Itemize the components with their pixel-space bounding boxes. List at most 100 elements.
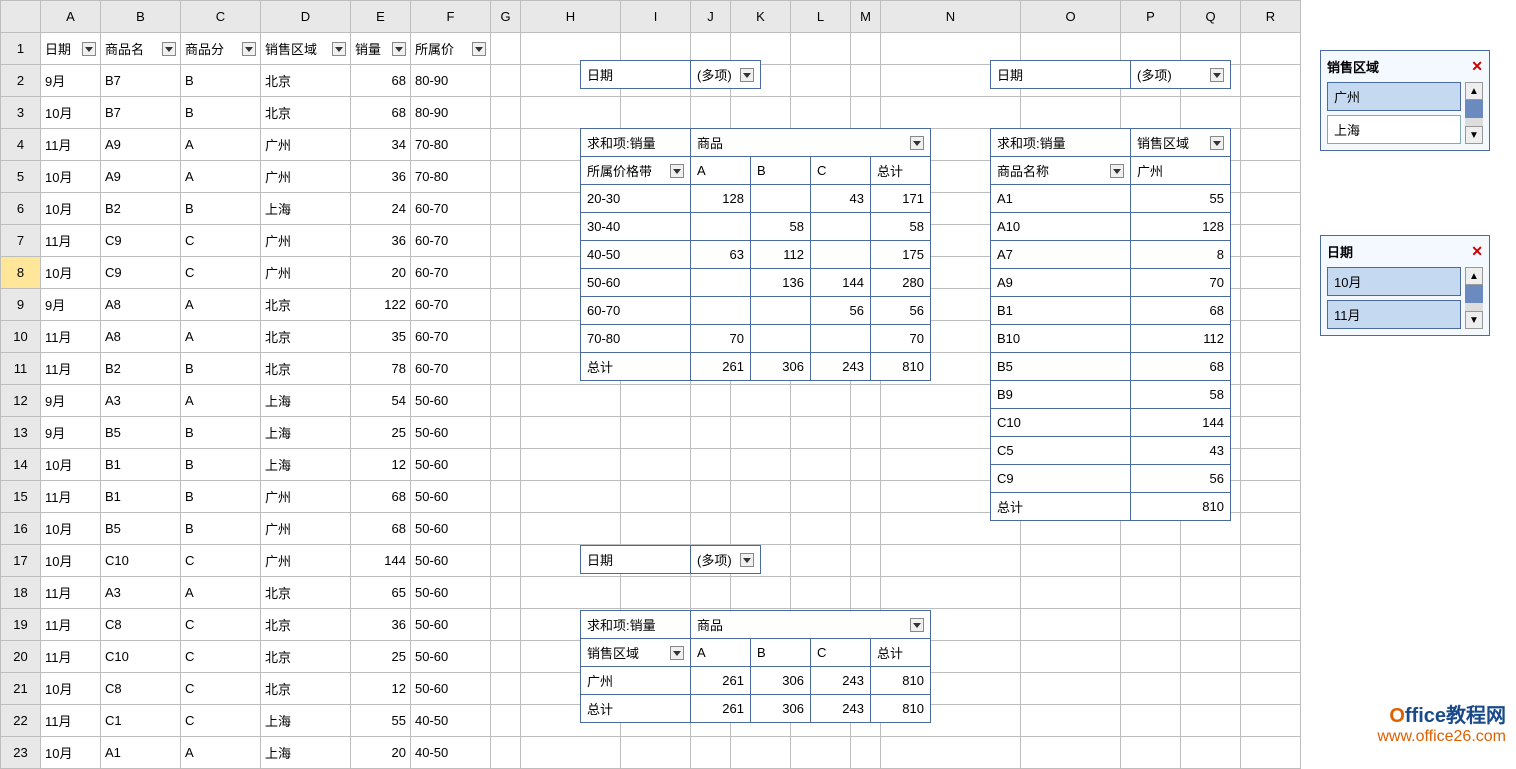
cell[interactable]: 50-60 bbox=[411, 417, 491, 449]
column-header[interactable]: R bbox=[1241, 1, 1301, 33]
row-header[interactable]: 2 bbox=[1, 65, 41, 97]
column-header[interactable]: M bbox=[851, 1, 881, 33]
filter-header-cell[interactable]: 商品分 bbox=[181, 33, 261, 65]
cell[interactable] bbox=[1021, 673, 1121, 705]
filter-icon[interactable] bbox=[82, 42, 96, 56]
cell[interactable]: 60-70 bbox=[411, 321, 491, 353]
pivot-row-label[interactable]: 商品名称 bbox=[991, 157, 1131, 185]
cell[interactable]: 50-60 bbox=[411, 641, 491, 673]
cell[interactable]: 11月 bbox=[41, 129, 101, 161]
cell[interactable]: 68 bbox=[351, 513, 411, 545]
cell[interactable]: 12 bbox=[351, 673, 411, 705]
cell[interactable] bbox=[621, 417, 691, 449]
cell[interactable]: 70-80 bbox=[411, 129, 491, 161]
cell[interactable]: 20 bbox=[351, 737, 411, 769]
cell[interactable]: B1 bbox=[101, 481, 181, 513]
column-header[interactable]: E bbox=[351, 1, 411, 33]
cell[interactable]: A9 bbox=[101, 129, 181, 161]
row-header[interactable]: 18 bbox=[1, 577, 41, 609]
cell[interactable]: 60-70 bbox=[411, 353, 491, 385]
cell[interactable]: C bbox=[181, 705, 261, 737]
cell[interactable] bbox=[1121, 577, 1181, 609]
cell[interactable]: B bbox=[181, 97, 261, 129]
cell[interactable] bbox=[691, 481, 731, 513]
cell[interactable] bbox=[1241, 705, 1301, 737]
cell[interactable] bbox=[1181, 97, 1241, 129]
cell[interactable] bbox=[621, 513, 691, 545]
cell[interactable] bbox=[491, 705, 521, 737]
row-header[interactable]: 21 bbox=[1, 673, 41, 705]
cell[interactable] bbox=[491, 97, 521, 129]
cell[interactable] bbox=[621, 577, 691, 609]
cell[interactable]: 60-70 bbox=[411, 289, 491, 321]
cell[interactable] bbox=[1121, 673, 1181, 705]
column-header[interactable]: Q bbox=[1181, 1, 1241, 33]
pivot3-filter[interactable]: 日期 (多项) bbox=[580, 545, 761, 574]
pivot-row-label[interactable]: 所属价格带 bbox=[581, 157, 691, 185]
column-header[interactable]: B bbox=[101, 1, 181, 33]
cell[interactable]: 144 bbox=[351, 545, 411, 577]
cell[interactable]: 上海 bbox=[261, 417, 351, 449]
cell[interactable] bbox=[1181, 705, 1241, 737]
cell[interactable] bbox=[1021, 705, 1121, 737]
cell[interactable] bbox=[491, 129, 521, 161]
pivot2[interactable]: 求和项:销量销售区域商品名称广州A155A10128A78A970B168B10… bbox=[990, 128, 1231, 521]
cell[interactable]: 36 bbox=[351, 225, 411, 257]
cell[interactable]: C10 bbox=[101, 641, 181, 673]
cell[interactable]: 10月 bbox=[41, 257, 101, 289]
cell[interactable]: B2 bbox=[101, 353, 181, 385]
dropdown-icon[interactable] bbox=[740, 68, 754, 82]
row-header[interactable]: 16 bbox=[1, 513, 41, 545]
cell[interactable] bbox=[881, 545, 1021, 577]
cell[interactable]: 广州 bbox=[261, 513, 351, 545]
scroll-down-icon[interactable]: ▼ bbox=[1465, 126, 1483, 144]
cell[interactable]: 10月 bbox=[41, 545, 101, 577]
cell[interactable] bbox=[491, 289, 521, 321]
cell[interactable]: 50-60 bbox=[411, 577, 491, 609]
cell[interactable]: 广州 bbox=[261, 481, 351, 513]
cell[interactable]: 50-60 bbox=[411, 481, 491, 513]
cell[interactable] bbox=[851, 481, 881, 513]
cell[interactable]: 北京 bbox=[261, 577, 351, 609]
row-header[interactable]: 4 bbox=[1, 129, 41, 161]
cell[interactable] bbox=[1241, 321, 1301, 353]
cell[interactable] bbox=[851, 449, 881, 481]
cell[interactable] bbox=[1121, 737, 1181, 769]
cell[interactable] bbox=[491, 545, 521, 577]
cell[interactable] bbox=[1121, 97, 1181, 129]
cell[interactable] bbox=[521, 737, 621, 769]
column-header[interactable] bbox=[1, 1, 41, 33]
cell[interactable] bbox=[1181, 577, 1241, 609]
cell[interactable] bbox=[1021, 641, 1121, 673]
cell[interactable]: 60-70 bbox=[411, 225, 491, 257]
cell[interactable] bbox=[1241, 97, 1301, 129]
cell[interactable] bbox=[731, 481, 791, 513]
column-header[interactable]: N bbox=[881, 1, 1021, 33]
slicer-item[interactable]: 10月 bbox=[1327, 267, 1461, 296]
cell[interactable] bbox=[491, 513, 521, 545]
cell[interactable]: 60-70 bbox=[411, 257, 491, 289]
dropdown-icon[interactable] bbox=[1210, 136, 1224, 150]
cell[interactable] bbox=[1241, 577, 1301, 609]
column-header[interactable]: F bbox=[411, 1, 491, 33]
cell[interactable] bbox=[851, 385, 881, 417]
cell[interactable] bbox=[521, 577, 621, 609]
cell[interactable]: C1 bbox=[101, 705, 181, 737]
slicer-scrollbar[interactable]: ▲ ▼ bbox=[1465, 82, 1483, 144]
filter-header-cell[interactable]: 销量 bbox=[351, 33, 411, 65]
cell[interactable] bbox=[621, 385, 691, 417]
filter-icon[interactable] bbox=[392, 42, 406, 56]
cell[interactable]: 10月 bbox=[41, 513, 101, 545]
cell[interactable] bbox=[731, 385, 791, 417]
cell[interactable] bbox=[521, 417, 621, 449]
cell[interactable]: 北京 bbox=[261, 321, 351, 353]
column-header[interactable]: D bbox=[261, 1, 351, 33]
cell[interactable] bbox=[791, 737, 851, 769]
cell[interactable] bbox=[691, 385, 731, 417]
cell[interactable]: 80-90 bbox=[411, 97, 491, 129]
cell[interactable] bbox=[621, 481, 691, 513]
cell[interactable] bbox=[881, 737, 1021, 769]
cell[interactable] bbox=[491, 33, 521, 65]
cell[interactable] bbox=[881, 97, 1021, 129]
cell[interactable]: 北京 bbox=[261, 641, 351, 673]
